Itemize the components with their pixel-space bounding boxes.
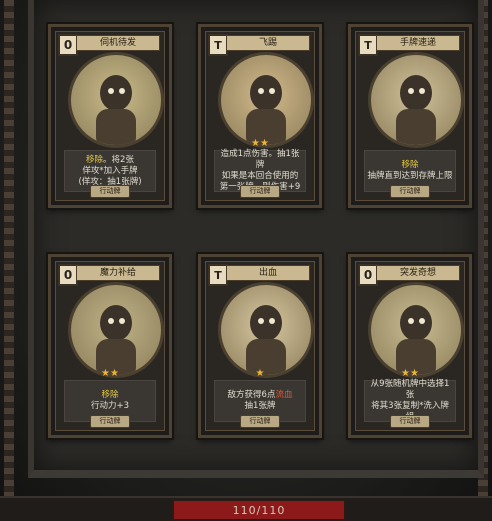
hp-bar: 110/110 [172,499,346,521]
card-art [368,282,464,378]
card-face: 0 魔力补给 ★★ 移除 行动力+3 行动牌 [55,261,165,431]
card-face: T 手牌速递移除 抽牌直到达到存牌上限 行动牌 [355,31,465,201]
card[interactable]: T 出血 ★ 敌方获得6点流血 抽1张牌行动牌 [198,254,322,438]
card-cost-badge: T [208,34,228,56]
card-description-text: 佯攻*加入手牌 [82,165,138,176]
card-face: T飞踢★★造成1点伤害。抽1张牌如果是本回合使用的第一张牌，则伤害+9行动牌 [205,31,315,201]
card-cost-badge: 0 [358,264,378,286]
card-description-text: 如果是本回合使用的 [221,171,299,181]
card-rarity-stars: ★★ [251,138,269,149]
card-art [218,52,314,148]
card[interactable]: 0突发奇想★★从9张随机牌中选择1张将其3张复制*洗入牌组行动牌 [348,254,472,438]
card[interactable]: T 手牌速递移除 抽牌直到达到存牌上限 行动牌 [348,24,472,208]
card-cost-badge: 0 [58,34,78,56]
hp-text: 110/110 [232,503,286,517]
card-description-text: 造成1点伤害。抽1张牌 [220,149,300,170]
card-name: 伺机待发 [76,35,160,51]
card-description-text: 从9张随机牌中选择1张 [370,379,450,400]
card-type-tag: 行动牌 [390,415,430,428]
card-art [218,282,314,378]
card-name: 飞踢 [226,35,310,51]
card-description-keyword: 流血 [275,390,293,400]
card-description-suffix: 。将2张 [103,154,134,165]
card-rarity-stars: ★★ [401,368,419,379]
card-description-text: 移除 [101,390,119,400]
card-description-line: 从9张随机牌中选择1张 [367,379,453,401]
card[interactable]: 0 伺机待发 移除。将2张 佯攻*加入手牌 (佯攻：抽1张牌) 行动牌 [48,24,172,208]
card-description-text: 抽牌直到达到存牌上限 [367,171,453,181]
card-name: 突发奇想 [376,265,460,281]
card-type-tag: 行动牌 [90,185,130,198]
card-description-line: 移除 [67,390,153,401]
card-description-text: 移除 [86,154,104,165]
card-description-line: 行动力+3 [67,401,153,412]
card-face: 0突发奇想★★从9张随机牌中选择1张将其3张复制*洗入牌组行动牌 [355,261,465,431]
card-description-line: 佯攻*加入手牌 [67,166,153,177]
card-type-tag: 行动牌 [90,415,130,428]
card-cost-badge: 0 [58,264,78,286]
card-description-text: 敌方获得6点 [227,390,276,400]
card-art [368,52,464,148]
card-type-tag: 行动牌 [390,185,430,198]
card-description-line: 抽1张牌 [217,401,303,412]
left-rope-decoration [4,0,14,519]
card-type-tag: 行动牌 [240,185,280,198]
card-description-line: 造成1点伤害。抽1张牌 [217,149,303,171]
card-name: 魔力补给 [76,265,160,281]
card-description-text: 移除 [401,160,419,170]
card-description-line: 抽牌直到达到存牌上限 [367,171,453,182]
card-face: 0 伺机待发 移除。将2张 佯攻*加入手牌 (佯攻：抽1张牌) 行动牌 [55,31,165,201]
card-face: T 出血 ★ 敌方获得6点流血 抽1张牌行动牌 [205,261,315,431]
card-art [68,282,164,378]
card-description-text: 抽1张牌 [244,401,276,411]
card-description-line: 如果是本回合使用的 [217,171,303,182]
card-description-line: 敌方获得6点流血 [217,390,303,401]
card-type-tag: 行动牌 [240,415,280,428]
card-art [68,52,164,148]
card[interactable]: 0 魔力补给 ★★ 移除 行动力+3 行动牌 [48,254,172,438]
card[interactable]: T飞踢★★造成1点伤害。抽1张牌如果是本回合使用的第一张牌，则伤害+9行动牌 [198,24,322,208]
card-description-text: 行动力+3 [90,401,130,411]
card-name: 手牌速递 [376,35,460,51]
card-rarity-stars: ★ [255,368,265,379]
card-description-line: 移除。将2张 [67,155,153,166]
card-cost-badge: T [208,264,228,286]
card-name: 出血 [226,265,310,281]
card-cost-badge: T [358,34,378,56]
card-rarity-stars: ★★ [101,368,119,379]
card-description-line: 移除 [367,160,453,171]
